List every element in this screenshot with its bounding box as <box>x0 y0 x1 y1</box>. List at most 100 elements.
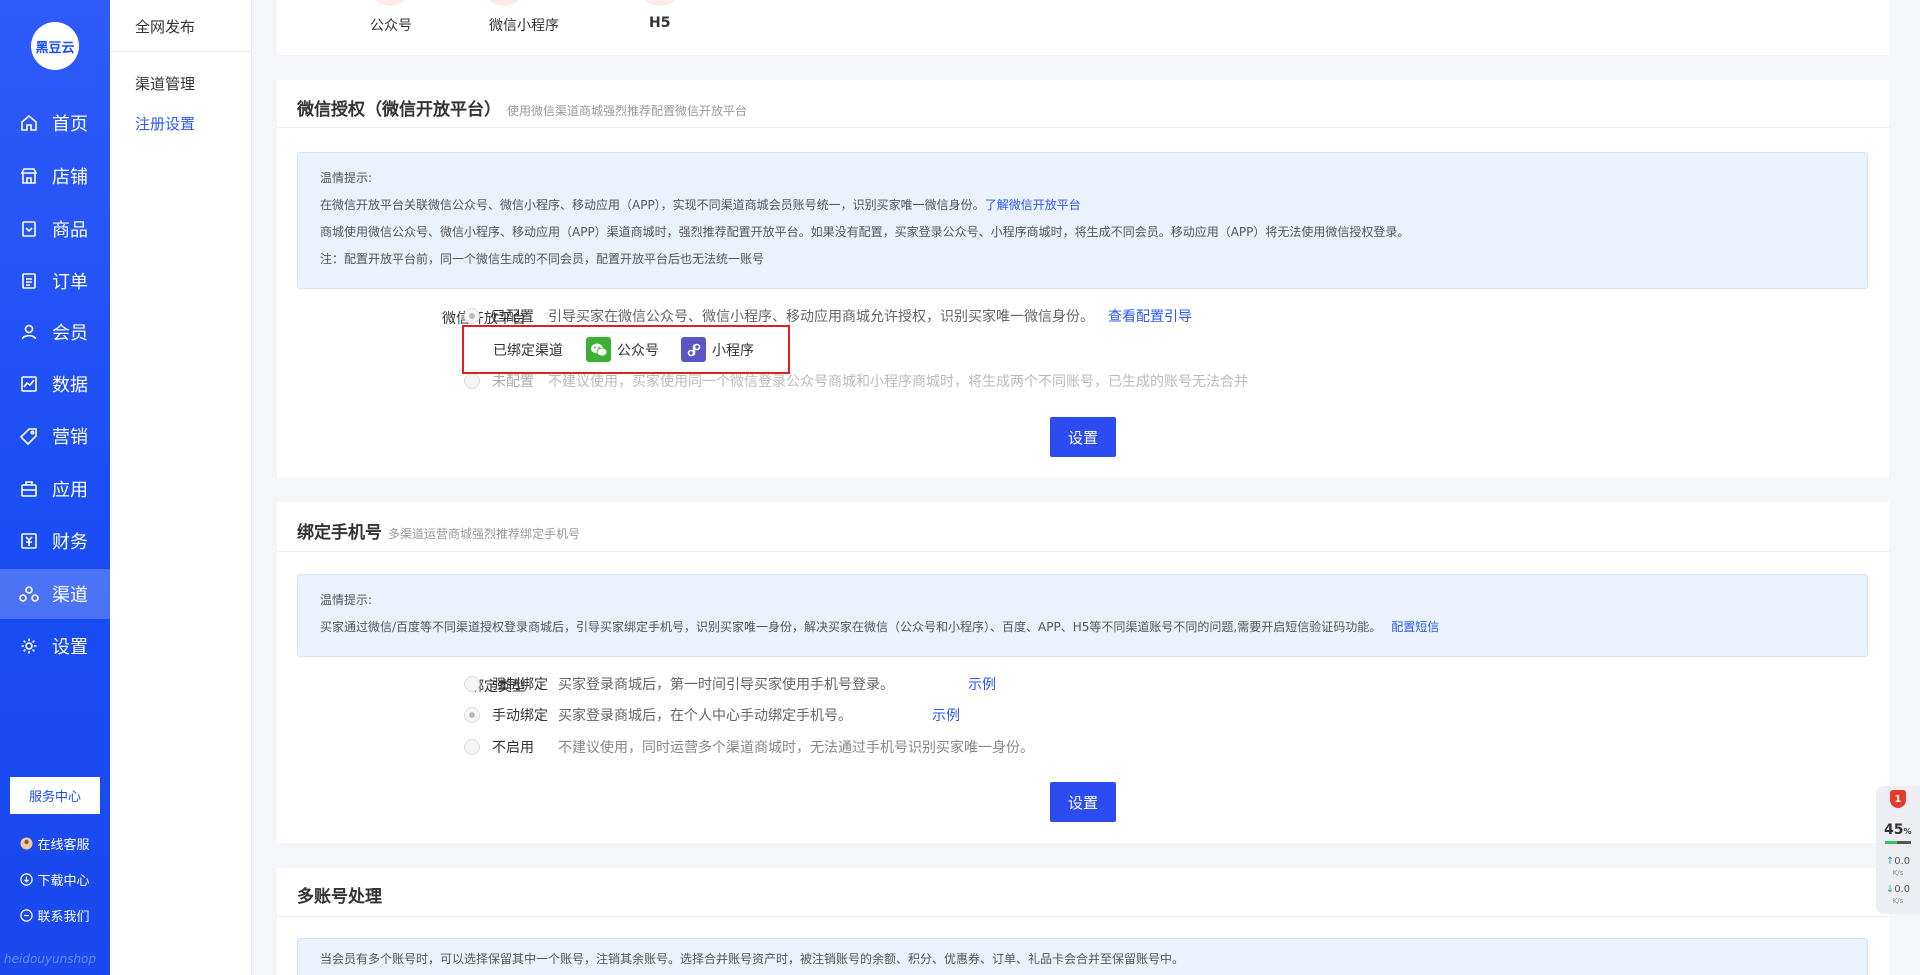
nav-item-marketing[interactable]: 营销 <box>0 411 110 461</box>
app-box-icon <box>19 479 39 499</box>
download-center-link[interactable]: 下载中心 <box>0 870 110 889</box>
chat-icon <box>20 909 34 922</box>
bound-chip-official-account: 公众号 <box>586 337 659 362</box>
subnav-item-channel-management[interactable]: 渠道管理 <box>135 73 195 94</box>
channel-label-mini: 微信小程序 <box>489 18 559 34</box>
nav-item-goods[interactable]: 商品 <box>0 204 110 254</box>
tip-line: 当会员有多个账号时，可以选择保留其中一个账号，注销其余账号。选择合并账号资产时，… <box>320 952 1185 966</box>
wechat-auth-card: 微信授权（微信开放平台） 使用微信渠道商城强烈推荐配置微信开放平台 温情提示: … <box>277 80 1889 478</box>
radio-configured: 已配置 引导买家在微信公众号、微信小程序、移动应用商城允许授权，识别买家唯一微信… <box>464 306 1192 326</box>
bind-phone-tip-box: 温情提示: 买家通过微信/百度等不同渠道授权登录商城后，引导买家绑定手机号，识别… <box>297 574 1868 657</box>
configure-sms-link[interactable]: 配置短信 <box>1391 620 1439 634</box>
radio-button[interactable] <box>464 676 480 692</box>
security-shield-icon: 1 <box>1890 790 1906 808</box>
brand-logo[interactable]: 黑豆云 <box>31 22 79 70</box>
radio-not-configured: 未配置 不建议使用，买家使用同一个微信登录公众号商城和小程序商城时，将生成两个不… <box>464 371 1248 391</box>
bind-phone-header: 绑定手机号 多渠道运营商城强烈推荐绑定手机号 <box>297 518 580 543</box>
contact-us-link[interactable]: 联系我们 <box>0 906 110 925</box>
bound-channels-label: 已绑定渠道 <box>493 342 563 359</box>
nav-item-channel[interactable]: 渠道 <box>0 569 110 619</box>
goods-icon <box>19 219 39 239</box>
bind-phone-save-button[interactable]: 设置 <box>1050 782 1116 822</box>
nav-label: 设置 <box>52 637 88 658</box>
nav-label: 应用 <box>52 480 88 501</box>
tip-line: 买家通过微信/百度等不同渠道授权登录商城后，引导买家绑定手机号，识别买家唯一身份… <box>320 620 1440 634</box>
nav-label: 订单 <box>52 272 88 293</box>
nav-item-order[interactable]: 订单 <box>0 256 110 306</box>
upload-arrow-icon: ↑ <box>1885 856 1895 867</box>
avatar-icon <box>20 837 33 850</box>
order-icon <box>19 271 39 291</box>
main-nav: 黑豆云 首页 店铺 商品 订单 会员 数据 营销 应用 财务 渠道 设置 服务中… <box>0 0 110 975</box>
channel-logo-mp <box>372 0 408 6</box>
usage-bar-fill <box>1885 841 1897 844</box>
nav-label: 营销 <box>52 427 88 448</box>
header-divider <box>277 551 1889 552</box>
usage-bar <box>1885 841 1911 844</box>
manual-bind-example-link[interactable]: 示例 <box>932 705 960 725</box>
force-bind-example-link[interactable]: 示例 <box>968 674 996 694</box>
nav-item-finance[interactable]: 财务 <box>0 516 110 566</box>
section-subtitle: 多渠道运营商城强烈推荐绑定手机号 <box>388 527 581 541</box>
channel-label-h5: H5 <box>649 15 671 31</box>
finance-icon <box>19 531 39 551</box>
section-title: 多账号处理 <box>297 887 382 907</box>
nav-label: 商品 <box>52 220 88 241</box>
gear-icon <box>19 636 39 656</box>
learn-open-platform-link[interactable]: 了解微信开放平台 <box>985 198 1081 212</box>
tag-icon <box>19 426 39 446</box>
sub-nav: 全网发布 渠道管理 注册设置 <box>110 0 252 975</box>
subnav-divider <box>110 51 252 52</box>
header-divider <box>277 127 1889 128</box>
nav-label: 渠道 <box>52 585 88 606</box>
network-monitor-widget[interactable]: 1 45% ↑0.0 K/s ↓0.0 K/s <box>1876 786 1920 914</box>
tip-line: 在微信开放平台关联微信公众号、微信小程序、移动应用（APP），实现不同渠道商城会… <box>320 198 1081 212</box>
multi-account-header: 多账号处理 <box>297 882 382 907</box>
nav-item-store[interactable]: 店铺 <box>0 151 110 201</box>
nav-item-data[interactable]: 数据 <box>0 359 110 409</box>
nav-label: 数据 <box>52 375 88 396</box>
channel-logo-mini <box>486 0 522 6</box>
wechat-auth-save-button[interactable]: 设置 <box>1050 417 1116 457</box>
nav-item-home[interactable]: 首页 <box>0 98 110 148</box>
radio-manual-bind: 手动绑定 买家登录商城后，在个人中心手动绑定手机号。 示例 <box>464 705 960 725</box>
view-config-guide-link[interactable]: 查看配置引导 <box>1108 306 1192 326</box>
upload-speed: ↑0.0 K/s <box>1885 856 1911 877</box>
bind-phone-card: 绑定手机号 多渠道运营商城强烈推荐绑定手机号 温情提示: 买家通过微信/百度等不… <box>277 502 1889 843</box>
chart-icon <box>19 374 39 394</box>
multi-account-card: 多账号处理 当会员有多个账号时，可以选择保留其中一个账号，注销其余账号。选择合并… <box>277 868 1889 975</box>
channel-label-mp: 公众号 <box>370 18 412 34</box>
wechat-icon <box>586 337 611 362</box>
section-title: 微信授权（微信开放平台） <box>297 100 501 120</box>
radio-disable-bind: 不启用 不建议使用，同时运营多个渠道商城时，无法通过手机号识别买家唯一身份。 <box>464 737 1034 757</box>
section-subtitle: 使用微信渠道商城强烈推荐配置微信开放平台 <box>507 104 748 118</box>
channel-logo-h5 <box>642 0 678 6</box>
download-arrow-icon: ↓ <box>1885 884 1895 895</box>
tip-heading: 温情提示: <box>320 593 373 607</box>
tip-line: 注：配置开放平台前，同一个微信生成的不同会员，配置开放平台后也无法统一账号 <box>320 252 765 266</box>
channels-strip-card: 公众号 微信小程序 H5 <box>277 0 1889 55</box>
usage-percent: 45% <box>1884 822 1912 838</box>
bound-channels-popup: 已绑定渠道 公众号 小程序 <box>462 325 790 374</box>
nav-item-apps[interactable]: 应用 <box>0 464 110 514</box>
header-divider <box>277 916 1889 917</box>
download-speed: ↓0.0 K/s <box>1885 884 1911 905</box>
radio-force-bind: 强制绑定 买家登录商城后，第一时间引导买家使用手机号登录。 示例 <box>464 674 996 694</box>
radio-button[interactable] <box>464 373 480 389</box>
subnav-item-register-settings[interactable]: 注册设置 <box>135 113 195 134</box>
nav-item-member[interactable]: 会员 <box>0 307 110 357</box>
service-center-button[interactable]: 服务中心 <box>10 777 100 814</box>
radio-button[interactable] <box>464 308 480 324</box>
online-service-link[interactable]: 在线客服 <box>0 834 110 853</box>
bound-chip-mini-program: 小程序 <box>681 337 754 362</box>
nav-item-settings[interactable]: 设置 <box>0 621 110 671</box>
nav-label: 店铺 <box>52 167 88 188</box>
nav-label: 会员 <box>52 323 88 344</box>
tip-heading: 温情提示: <box>320 171 373 185</box>
radio-button[interactable] <box>464 707 480 723</box>
tip-line: 商城使用微信公众号、微信小程序、移动应用（APP）渠道商城时，强烈推荐配置开放平… <box>320 225 1410 239</box>
subnav-top-item[interactable]: 全网发布 <box>135 16 195 37</box>
radio-button[interactable] <box>464 739 480 755</box>
section-title: 绑定手机号 <box>297 523 382 543</box>
brand-watermark: heidouyunshop <box>4 952 97 966</box>
